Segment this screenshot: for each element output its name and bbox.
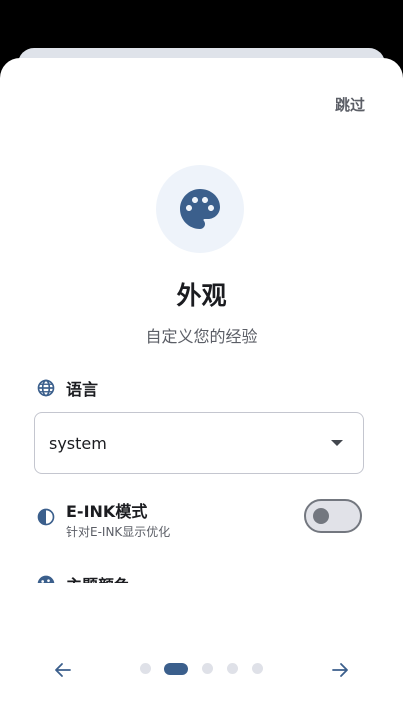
language-selected-value: system	[49, 433, 107, 453]
hero-icon-container	[156, 165, 244, 253]
language-label: 语言	[66, 380, 99, 399]
caret-down-icon	[331, 440, 343, 446]
eink-setting-row: E-INK模式 针对E-INK显示优化	[36, 498, 362, 542]
eink-label: E-INK模式	[66, 502, 148, 521]
arrow-right-icon[interactable]	[328, 658, 352, 682]
globe-icon	[37, 379, 55, 397]
eink-description: 针对E-INK显示优化	[66, 525, 171, 539]
arrow-left-icon[interactable]	[51, 658, 75, 682]
page-dot	[202, 663, 213, 674]
page-dot	[140, 663, 151, 674]
page-subtitle: 自定义您的经验	[145, 327, 258, 346]
theme-color-label: 主题颜色	[66, 572, 130, 583]
page-title: 外观	[176, 281, 227, 310]
palette-icon	[180, 189, 220, 229]
skip-button[interactable]: 跳过	[335, 94, 365, 115]
eink-toggle[interactable]	[304, 499, 362, 533]
page-dot	[227, 663, 238, 674]
onboarding-sheet: 跳过 外观 自定义您的经验 语言 system E-INK模式 针对E-INK显…	[0, 58, 403, 718]
language-select[interactable]: system	[34, 412, 364, 474]
toggle-knob	[313, 508, 329, 524]
page-dot-active	[164, 663, 188, 675]
page-dot	[252, 663, 263, 674]
palette-icon	[37, 575, 55, 583]
language-section-header: 语言	[36, 376, 98, 400]
theme-color-section-header: 主题颜色	[36, 569, 366, 583]
contrast-icon	[37, 508, 55, 526]
